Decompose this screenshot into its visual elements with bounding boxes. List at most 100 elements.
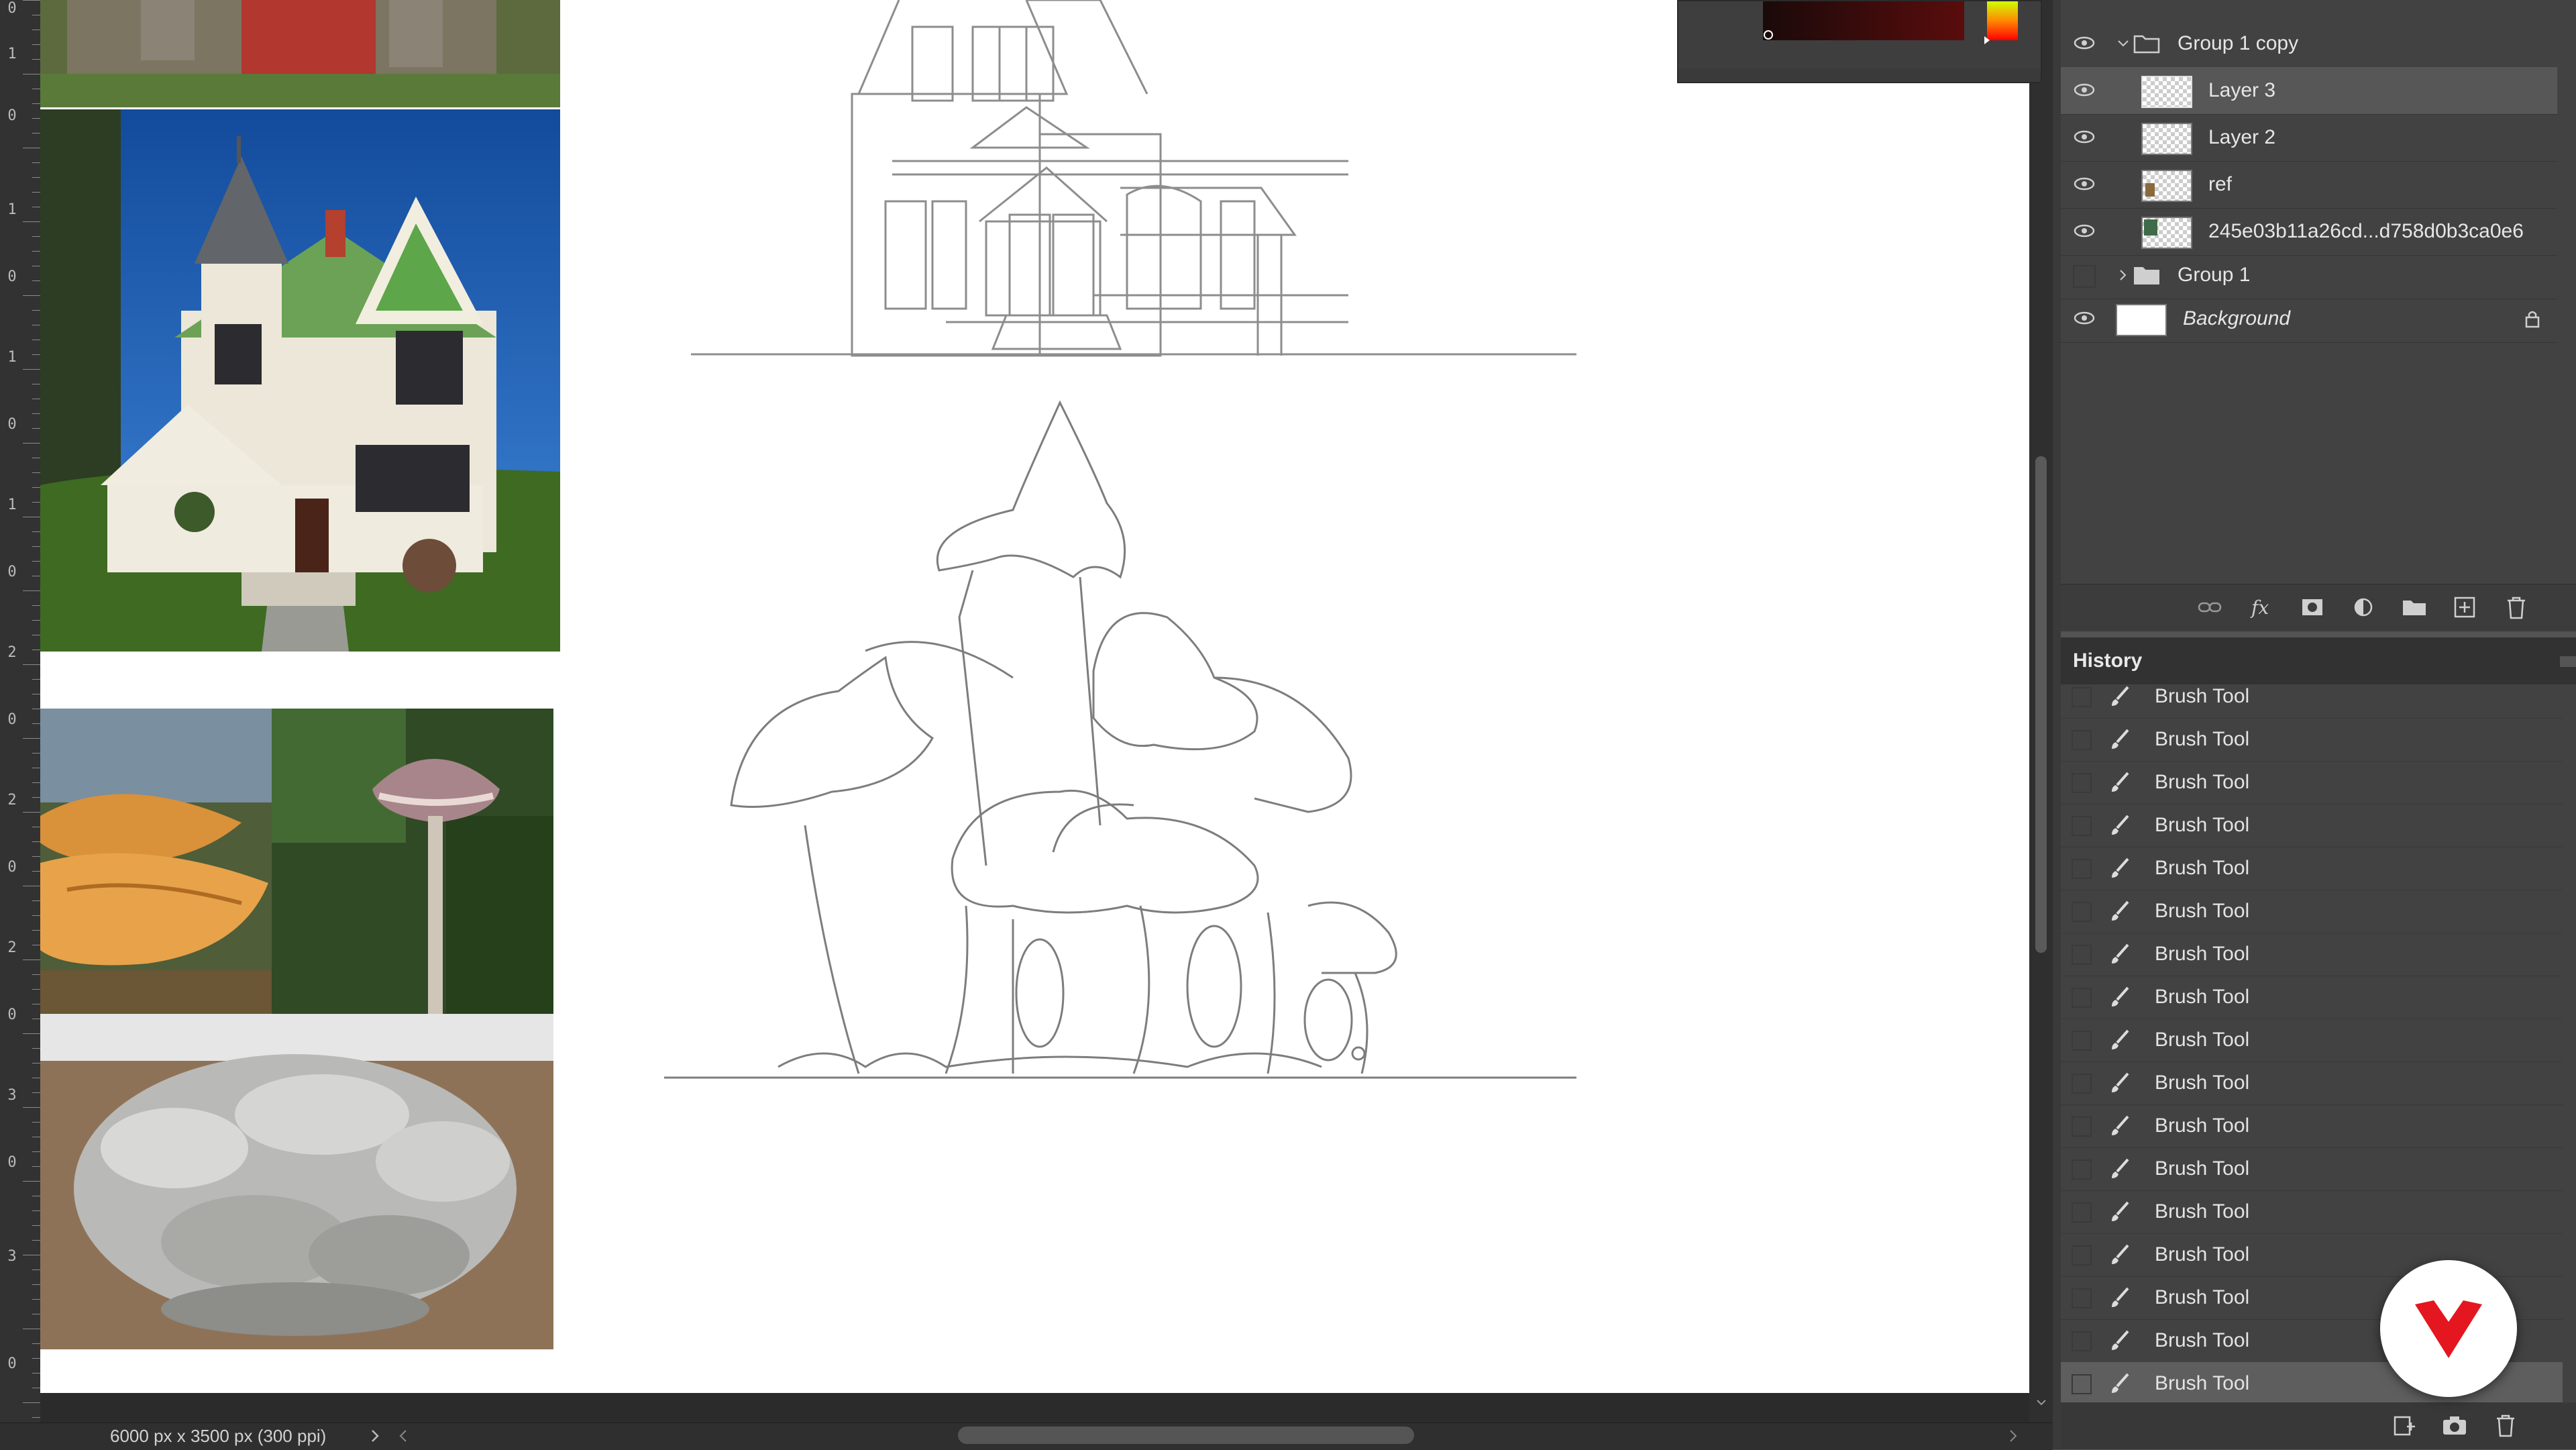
hue-slider[interactable] bbox=[1984, 1, 2025, 44]
history-item[interactable]: Brush Tool bbox=[2061, 1147, 2563, 1191]
history-checkbox[interactable] bbox=[2072, 1331, 2092, 1351]
layer-row-group-1[interactable]: Group 1 bbox=[2061, 252, 2557, 299]
history-item[interactable]: Brush Tool bbox=[2061, 1233, 2563, 1277]
scroll-right-icon[interactable] bbox=[2006, 1428, 2021, 1444]
new-layer-icon[interactable] bbox=[2450, 592, 2481, 623]
scroll-down-icon[interactable] bbox=[2035, 1396, 2048, 1409]
history-item[interactable]: Brush Tool bbox=[2061, 933, 2563, 976]
layer-name[interactable]: Group 1 bbox=[2178, 252, 2250, 299]
history-checkbox[interactable] bbox=[2072, 1031, 2092, 1051]
history-panel-header[interactable]: History bbox=[2061, 637, 2576, 685]
ruler-label: 0 bbox=[7, 711, 17, 728]
eye-icon[interactable] bbox=[2073, 223, 2096, 239]
history-checkbox[interactable] bbox=[2072, 902, 2092, 922]
layer-row-background[interactable]: Background bbox=[2061, 295, 2557, 343]
link-icon[interactable] bbox=[2195, 592, 2226, 623]
horizontal-scrollbar-thumb[interactable] bbox=[958, 1427, 1414, 1444]
ruler-tick bbox=[32, 856, 40, 857]
history-checkbox[interactable] bbox=[2072, 859, 2092, 879]
color-picker-panel[interactable] bbox=[1677, 0, 2042, 83]
status-expand-icon[interactable] bbox=[368, 1428, 382, 1444]
history-item[interactable]: Brush Tool bbox=[2061, 1190, 2563, 1234]
visibility-toggle-empty[interactable] bbox=[2073, 265, 2096, 288]
history-checkbox[interactable] bbox=[2072, 1202, 2092, 1223]
history-item[interactable]: Brush Tool bbox=[2061, 761, 2563, 805]
layer-row-image[interactable]: 245e03b11a26cd...d758d0b3ca0e6 bbox=[2061, 208, 2557, 256]
history-item[interactable]: Brush Tool bbox=[2061, 1104, 2563, 1148]
eye-icon[interactable] bbox=[2073, 129, 2096, 145]
ruler-tick bbox=[32, 472, 40, 473]
history-checkbox[interactable] bbox=[2072, 1117, 2092, 1137]
history-checkbox[interactable] bbox=[2072, 1245, 2092, 1265]
chevron-right-icon[interactable] bbox=[2116, 268, 2131, 282]
history-checkbox[interactable] bbox=[2072, 1074, 2092, 1094]
history-label: Brush Tool bbox=[2155, 1286, 2250, 1308]
history-item[interactable]: Brush Tool bbox=[2061, 976, 2563, 1019]
ruler-tick bbox=[32, 192, 40, 193]
layer-row-ref[interactable]: ref bbox=[2061, 161, 2557, 209]
eye-icon[interactable] bbox=[2073, 176, 2096, 192]
history-checkbox[interactable] bbox=[2072, 730, 2092, 750]
history-checkbox[interactable] bbox=[2072, 988, 2092, 1008]
layer-name[interactable]: Background bbox=[2183, 295, 2290, 342]
history-item[interactable]: Brush Tool bbox=[2061, 890, 2563, 933]
history-item[interactable]: Brush Tool bbox=[2061, 1061, 2563, 1105]
layer-name[interactable]: Group 1 copy bbox=[2178, 20, 2298, 67]
layer-name[interactable]: ref bbox=[2208, 161, 2232, 208]
layer-row-group-1-copy[interactable]: Group 1 copy bbox=[2061, 20, 2557, 68]
history-checkbox[interactable] bbox=[2072, 816, 2092, 836]
vertical-ruler[interactable]: 0 1 0 1 0 1 0 1 0 2 0 2 0 2 0 3 0 3 0 bbox=[0, 0, 41, 1449]
layer-row-layer-3[interactable]: Layer 3 bbox=[2061, 67, 2557, 115]
ruler-tick bbox=[32, 133, 40, 134]
eye-icon[interactable] bbox=[2073, 82, 2096, 98]
ruler-label: 1 bbox=[7, 46, 17, 62]
layer-name[interactable]: 245e03b11a26cd...d758d0b3ca0e6 bbox=[2208, 208, 2524, 255]
brush-icon bbox=[2112, 858, 2129, 878]
panel-menu-icon[interactable] bbox=[2560, 656, 2576, 667]
history-checkbox[interactable] bbox=[2072, 1374, 2092, 1394]
fx-icon[interactable]: fx bbox=[2247, 592, 2278, 623]
history-tab[interactable]: History bbox=[2073, 637, 2142, 684]
ruler-tick bbox=[32, 502, 40, 503]
channel-logo-button[interactable] bbox=[2380, 1260, 2517, 1397]
color-field[interactable] bbox=[1763, 1, 1971, 44]
history-item[interactable]: Brush Tool bbox=[2061, 684, 2563, 719]
history-checkbox[interactable] bbox=[2072, 687, 2092, 707]
mask-icon[interactable] bbox=[2297, 592, 2328, 623]
eye-icon[interactable] bbox=[2073, 35, 2096, 51]
history-item[interactable]: Brush Tool bbox=[2061, 718, 2563, 762]
lock-icon[interactable] bbox=[2524, 309, 2541, 329]
layer-name[interactable]: Layer 3 bbox=[2208, 67, 2275, 114]
ruler-tick bbox=[32, 118, 40, 119]
adjustment-icon[interactable] bbox=[2348, 592, 2379, 623]
history-checkbox[interactable] bbox=[2072, 1159, 2092, 1180]
scroll-left-icon[interactable] bbox=[396, 1428, 411, 1444]
ruler-label: 0 bbox=[7, 1355, 17, 1372]
reference-image-house-top bbox=[40, 0, 560, 107]
ruler-label: 0 bbox=[7, 107, 17, 124]
ruler-label: 2 bbox=[7, 792, 17, 809]
canvas-vertical-scrollbar[interactable] bbox=[2029, 0, 2053, 1422]
panel-divider[interactable] bbox=[2053, 0, 2061, 1449]
history-item[interactable]: Brush Tool bbox=[2061, 1019, 2563, 1062]
trash-icon[interactable] bbox=[2490, 1410, 2521, 1441]
history-item[interactable]: Brush Tool bbox=[2061, 804, 2563, 847]
layer-name[interactable]: Layer 2 bbox=[2208, 114, 2275, 161]
chevron-down-icon[interactable] bbox=[2116, 36, 2131, 51]
ruler-tick bbox=[32, 280, 40, 281]
history-item[interactable]: Brush Tool bbox=[2061, 847, 2563, 890]
trash-icon[interactable] bbox=[2501, 592, 2532, 623]
document-info[interactable]: 6000 px x 3500 px (300 ppi) bbox=[110, 1425, 326, 1447]
new-document-from-state-icon[interactable] bbox=[2388, 1410, 2419, 1441]
layer-row-layer-2[interactable]: Layer 2 bbox=[2061, 114, 2557, 162]
history-checkbox[interactable] bbox=[2072, 773, 2092, 793]
camera-icon[interactable] bbox=[2439, 1410, 2470, 1441]
brush-icon bbox=[2112, 900, 2129, 921]
eye-icon[interactable] bbox=[2073, 310, 2096, 326]
history-checkbox[interactable] bbox=[2072, 1288, 2092, 1308]
scrollbar-thumb[interactable] bbox=[2035, 456, 2047, 953]
history-checkbox[interactable] bbox=[2072, 945, 2092, 965]
document-canvas[interactable] bbox=[40, 0, 2029, 1393]
layer-thumbnail bbox=[2141, 217, 2192, 249]
folder-icon[interactable] bbox=[2399, 592, 2430, 623]
